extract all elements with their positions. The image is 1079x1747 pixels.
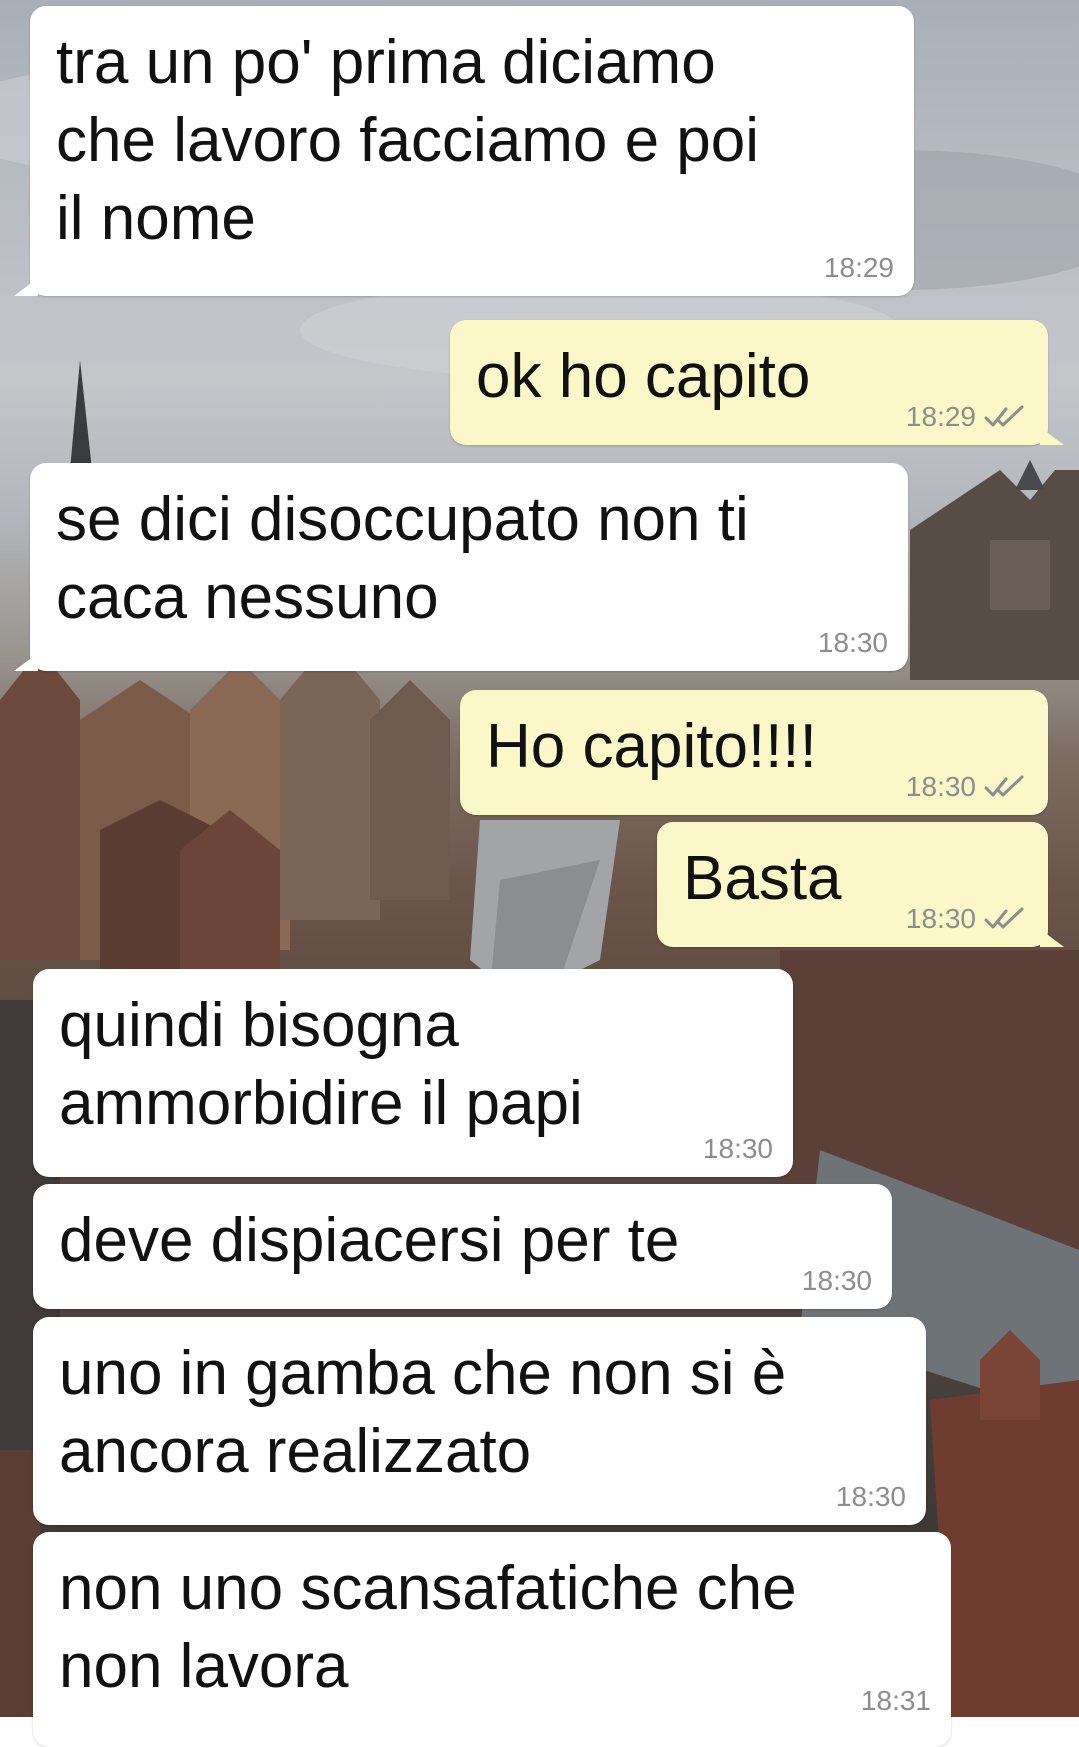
message-meta: 18:31 [861,1685,931,1717]
message-bubble-outgoing[interactable]: Basta 18:30 [657,822,1064,947]
message-bubble-incoming[interactable]: uno in gamba che non si è ancora realizz… [33,1317,926,1525]
message-bubble-incoming[interactable]: se dici disoccupato non ti caca nessuno … [14,463,908,671]
message-text: non uno scansafatiche che non lavora [59,1554,797,1701]
message-timestamp: 18:29 [823,252,894,283]
message-timestamp: 18:30 [905,903,976,934]
message-text: quindi bisogna ammorbidire il papi [59,991,583,1138]
double-check-icon [984,907,1024,929]
message-bubble-incoming[interactable]: tra un po' prima diciamo che lavoro facc… [14,6,914,296]
message-timestamp: 18:30 [702,1133,773,1164]
message-meta: 18:30 [703,1133,773,1165]
message-timestamp: 18:31 [860,1685,931,1716]
message-meta: 18:29 [824,252,894,284]
double-check-icon [984,775,1024,797]
message-meta: 18:30 [802,1265,872,1297]
message-timestamp: 18:30 [817,627,888,658]
message-text: uno in gamba che non si è ancora realizz… [59,1339,787,1486]
message-meta: 18:30 [906,903,1028,935]
message-timestamp: 18:30 [905,771,976,802]
message-meta: 18:29 [906,401,1028,433]
message-meta: 18:30 [818,627,888,659]
message-meta: 18:30 [836,1481,906,1513]
message-text: se dici disoccupato non ti caca nessuno [56,485,749,632]
message-bubble-incoming[interactable]: deve dispiacersi per te 18:30 [33,1184,892,1309]
message-text: tra un po' prima diciamo che lavoro facc… [56,28,760,253]
message-timestamp: 18:30 [835,1481,906,1512]
message-timestamp: 18:29 [905,401,976,432]
message-meta: 18:30 [906,771,1028,803]
double-check-icon [984,405,1024,427]
message-bubble-incoming[interactable]: non uno scansafatiche che non lavora 18:… [33,1532,951,1747]
message-bubble-outgoing[interactable]: Ho capito!!!! 18:30 [460,690,1048,815]
message-bubble-incoming[interactable]: quindi bisogna ammorbidire il papi 18:30 [33,969,793,1177]
message-timestamp: 18:30 [801,1265,872,1296]
message-bubble-outgoing[interactable]: ok ho capito 18:29 [450,320,1064,445]
message-text: deve dispiacersi per te [59,1206,680,1275]
